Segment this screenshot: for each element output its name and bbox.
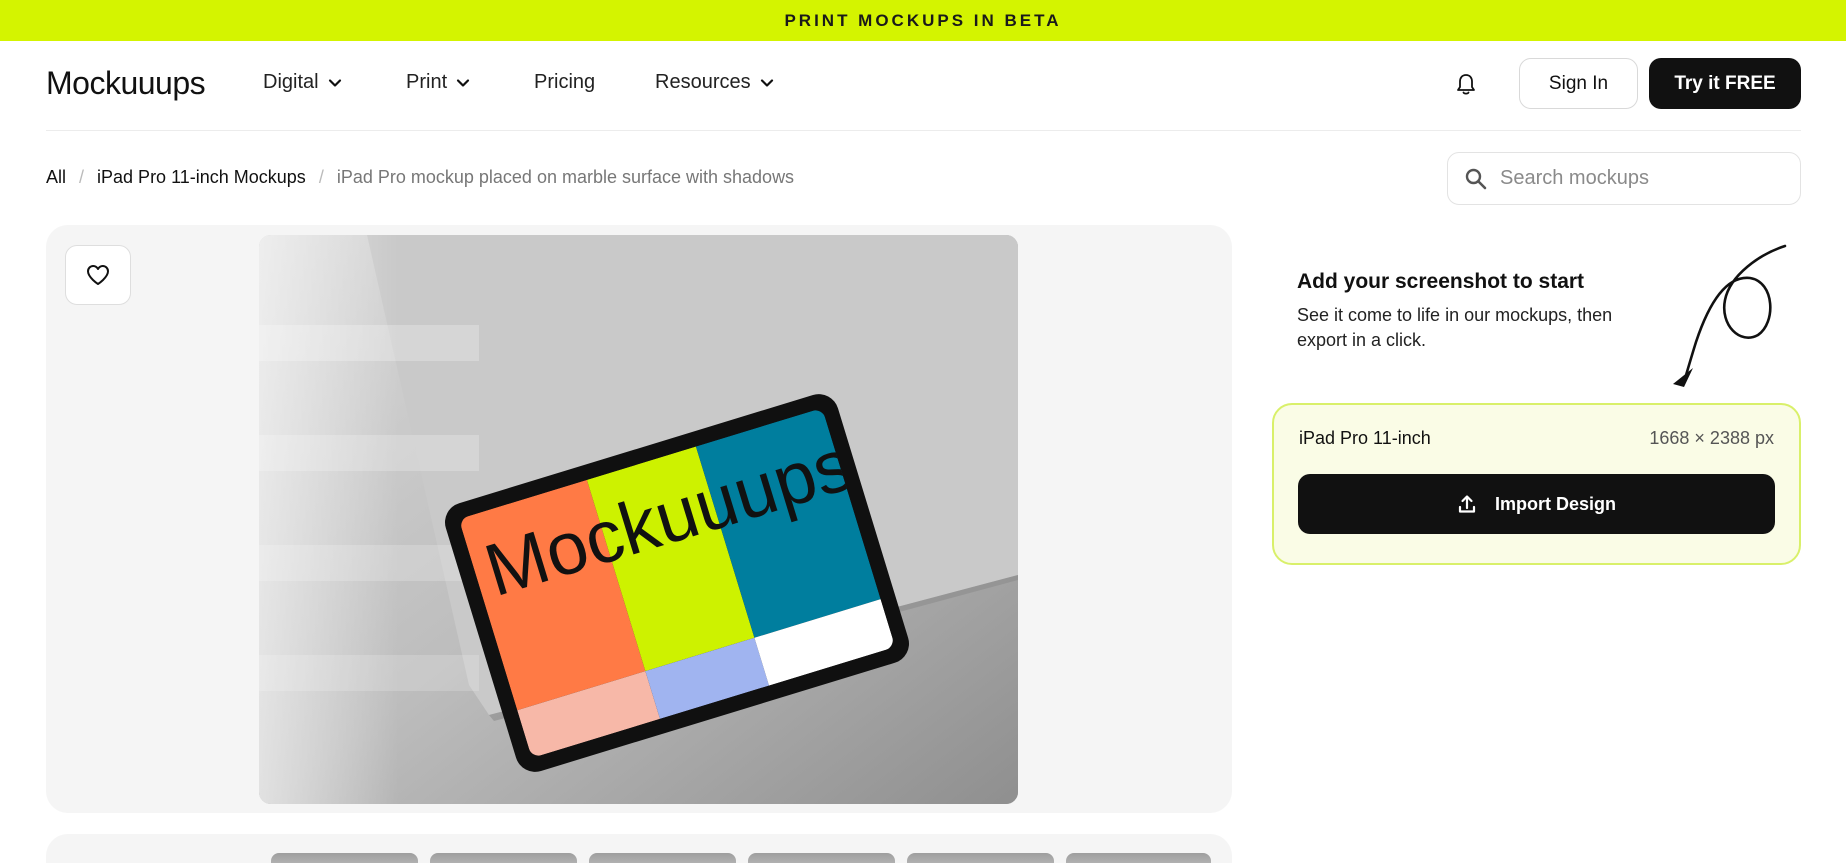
notifications-button[interactable] [1453, 71, 1479, 97]
upload-heading: Add your screenshot to start [1297, 270, 1585, 293]
device-name: iPad Pro 11-inch [1299, 428, 1431, 448]
import-design-button[interactable]: Import Design [1298, 474, 1775, 534]
chevron-down-icon [760, 78, 773, 87]
search-icon [1465, 168, 1487, 189]
nav-item-pricing[interactable]: Pricing [534, 71, 595, 94]
nav-item-resources[interactable]: Resources [655, 71, 774, 94]
try-free-button[interactable]: Try it FREE [1649, 58, 1801, 109]
breadcrumb-separator: / [318, 167, 324, 187]
logo[interactable]: Mockuuups [46, 65, 206, 102]
breadcrumb: All / iPad Pro 11-inch Mockups / iPad Pr… [46, 167, 794, 188]
mockup-preview-image[interactable]: Mockuuups [259, 235, 1018, 804]
nav-item-digital[interactable]: Digital [263, 71, 342, 94]
upload-description: See it come to life in our mockups, then… [1297, 305, 1613, 350]
nav-label: Print [406, 71, 448, 93]
thumbnail[interactable] [589, 853, 736, 863]
bell-icon [1457, 74, 1475, 95]
curly-arrow-icon [1673, 244, 1787, 387]
search-input[interactable] [1500, 167, 1780, 190]
device-resolution: 1668 × 2388 px [1649, 428, 1774, 448]
ipad-mockup-illustration: Mockuuups [259, 235, 1018, 804]
nav-label: Digital [263, 71, 319, 93]
breadcrumb-link-all[interactable]: All [46, 167, 66, 188]
heart-icon [87, 265, 109, 285]
breadcrumb-current: iPad Pro mockup placed on marble surface… [336, 167, 795, 187]
chevron-down-icon [328, 78, 341, 87]
import-button-label: Import Design [1494, 493, 1616, 514]
upload-icon [1458, 495, 1476, 513]
thumbnail[interactable] [907, 853, 1054, 863]
breadcrumb-link-category[interactable]: iPad Pro 11-inch Mockups [97, 167, 306, 188]
thumbnail[interactable] [430, 853, 577, 863]
chevron-down-icon [457, 78, 470, 87]
search-box[interactable] [1447, 152, 1801, 205]
announcement-banner[interactable]: PRINT MOCKUPS IN BETA [0, 0, 1846, 41]
nav-item-print[interactable]: Print [406, 71, 470, 94]
nav-label: Pricing [534, 71, 596, 93]
breadcrumb-separator: / [79, 167, 85, 187]
nav-label: Resources [655, 71, 751, 93]
favorite-button[interactable] [65, 245, 131, 305]
thumbnail[interactable] [271, 853, 418, 863]
thumbnail[interactable] [748, 853, 895, 863]
top-navbar: Mockuuups Digital Print Pricing Resource… [0, 41, 1846, 131]
thumbnail[interactable] [1066, 853, 1211, 863]
header-divider [46, 130, 1801, 131]
banner-text: PRINT MOCKUPS IN BETA [784, 10, 1062, 30]
sign-in-button[interactable]: Sign In [1519, 58, 1638, 109]
